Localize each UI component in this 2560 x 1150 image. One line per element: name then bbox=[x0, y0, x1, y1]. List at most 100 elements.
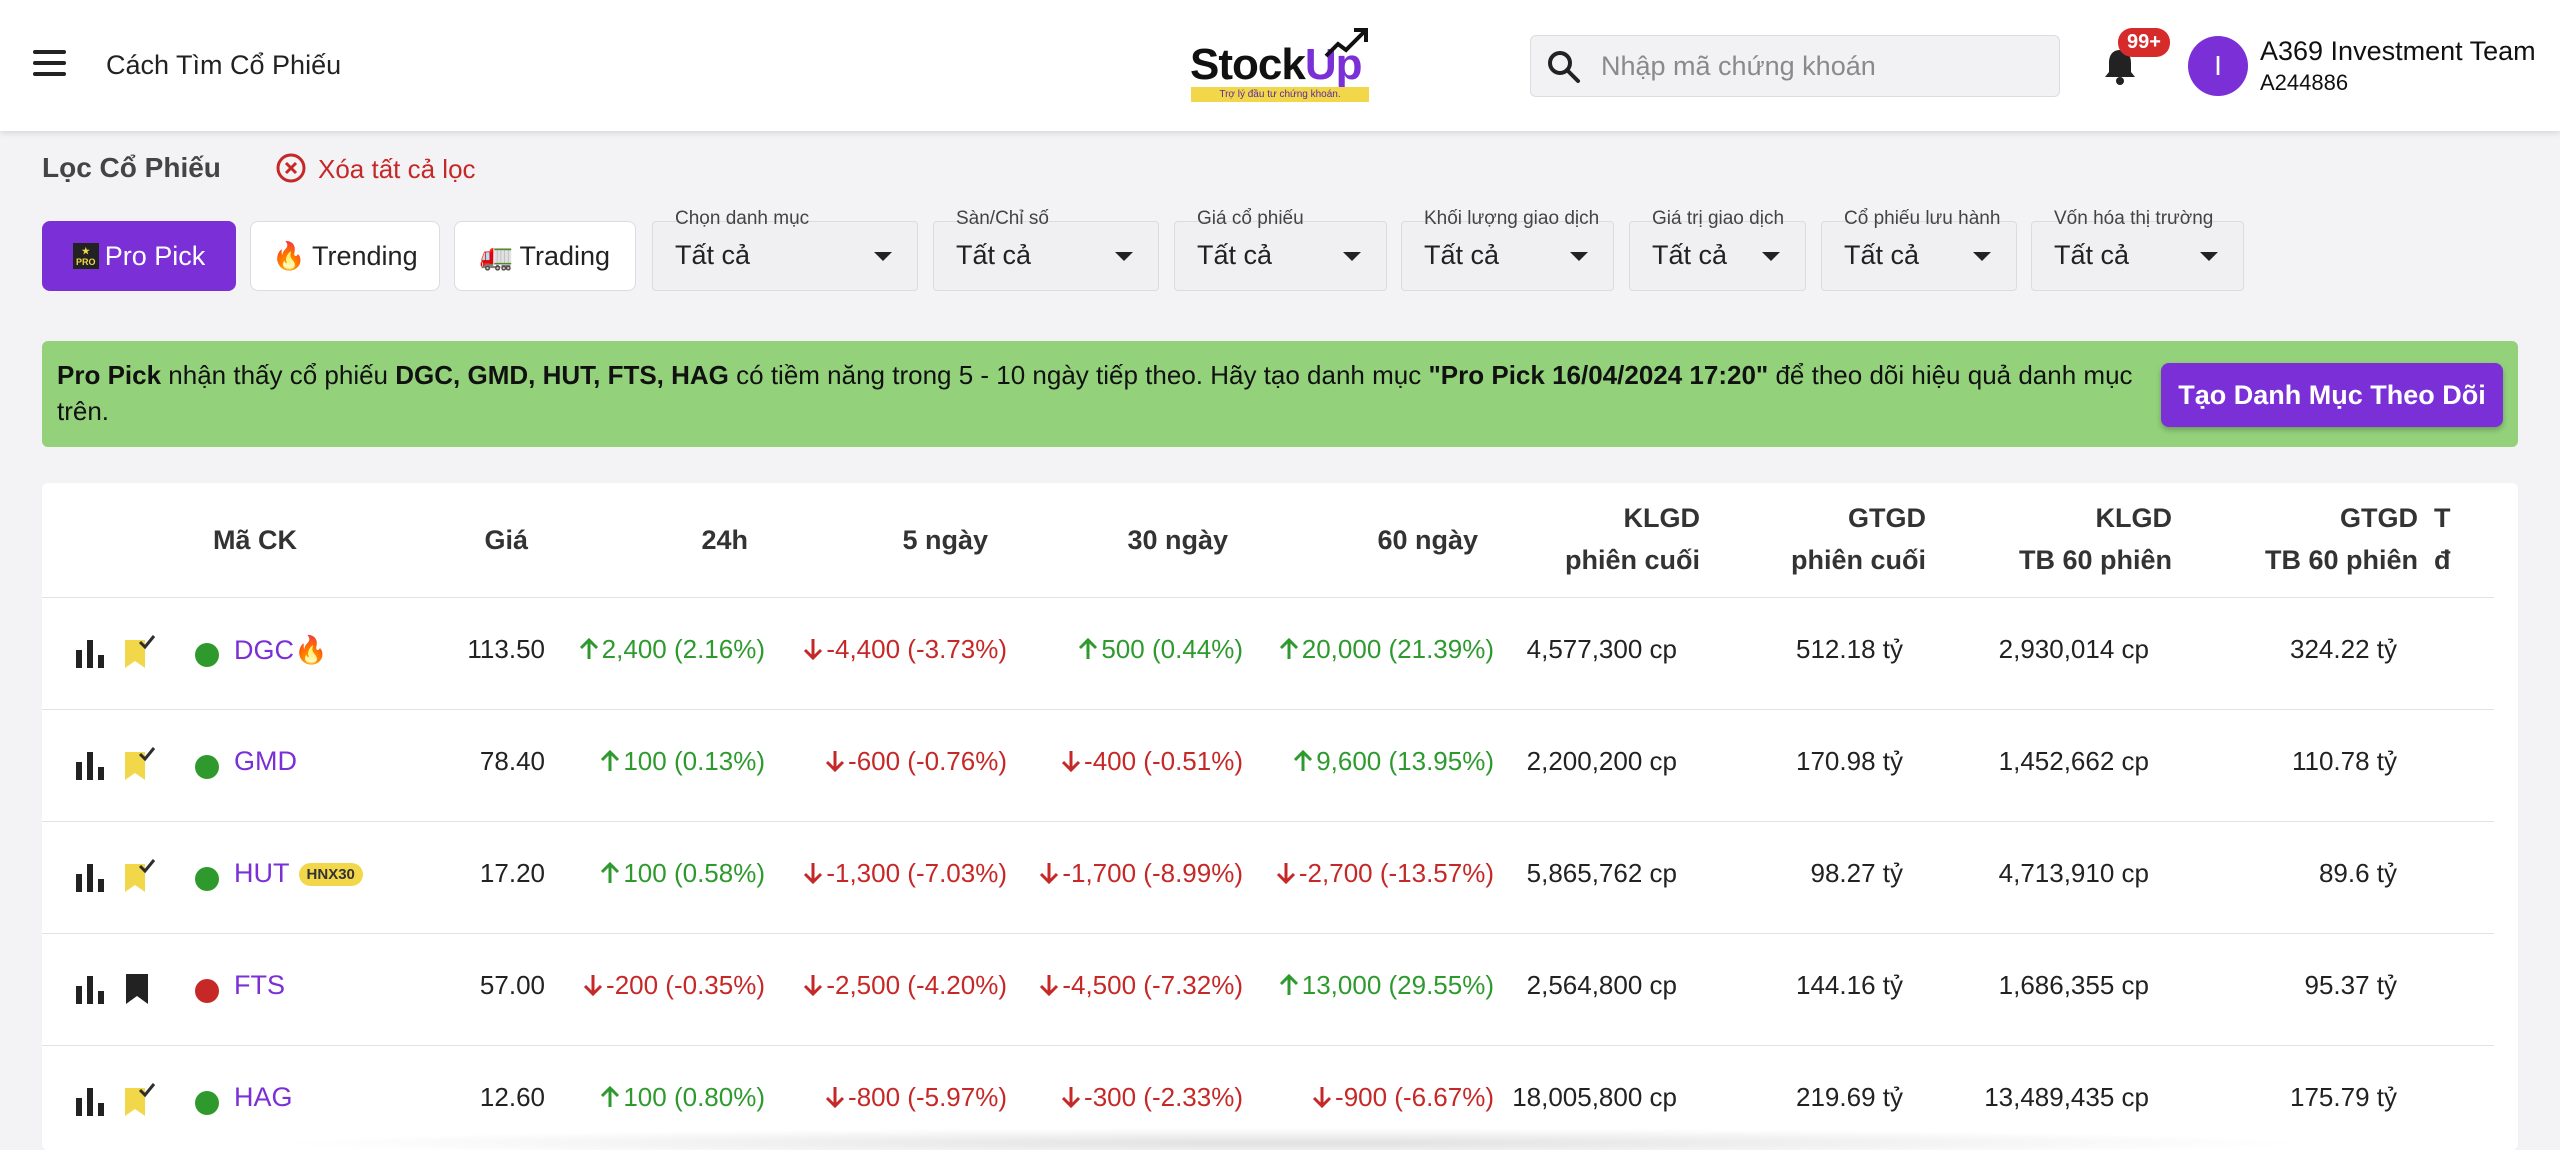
dropdown-label: Khối lượng giao dịch bbox=[1424, 208, 1600, 229]
dropdown-market-cap[interactable]: Vốn hóa thị trường Tất cả bbox=[2031, 208, 2244, 291]
dropdown-label: Cổ phiếu lưu hành bbox=[1844, 208, 2001, 229]
price-cell: 78.40 bbox=[479, 746, 545, 776]
bar-chart-icon[interactable] bbox=[75, 638, 105, 668]
bookmark-check-icon[interactable] bbox=[120, 746, 156, 782]
logo-text: Stock bbox=[1190, 40, 1306, 89]
col-24h[interactable]: 24h bbox=[572, 519, 748, 561]
clear-filters-label: Xóa tất cả lọc bbox=[318, 154, 476, 184]
change-h24-cell: 100 (0.13%) bbox=[600, 746, 765, 777]
ticker-link[interactable]: HUT HNX30 bbox=[234, 858, 363, 889]
arrow-up-icon bbox=[1279, 973, 1298, 995]
ticker-link[interactable]: GMD bbox=[234, 746, 297, 777]
arrow-down-icon bbox=[1276, 863, 1295, 885]
arrow-up-icon bbox=[579, 637, 598, 659]
col-price[interactable]: Giá bbox=[372, 519, 528, 561]
col-gtgd-last[interactable]: GTGD phiên cuối bbox=[1688, 497, 1926, 581]
klgd-avg-cell: 1,452,662 cp bbox=[1998, 746, 2149, 776]
caret-down-icon bbox=[1973, 252, 1991, 261]
arrow-down-icon bbox=[804, 639, 823, 661]
bookmark-icon[interactable] bbox=[120, 970, 156, 1006]
change-d5-cell: -2,500 (-4.20%) bbox=[803, 970, 1007, 1001]
gtgd-last-cell: 219.69 tỷ bbox=[1796, 1082, 1903, 1112]
col-ticker[interactable]: Mã CK bbox=[213, 519, 297, 561]
arrow-up-icon bbox=[601, 1085, 620, 1107]
tab-pro-pick[interactable]: ★ PRO Pro Pick bbox=[42, 221, 236, 291]
search-input[interactable] bbox=[1601, 46, 2041, 86]
arrow-down-icon bbox=[1040, 863, 1059, 885]
scroll-shadow bbox=[270, 1128, 2320, 1150]
table-row[interactable]: GMD 78.40 100 (0.13%) -600 (-0.76%) -400 (-0… bbox=[42, 710, 2494, 822]
notification-badge: 99+ bbox=[2118, 28, 2170, 57]
dropdown-value: Tất cả bbox=[1424, 240, 1500, 270]
status-dot bbox=[195, 755, 219, 779]
status-dot bbox=[195, 1091, 219, 1115]
arrow-down-icon bbox=[1061, 1087, 1081, 1109]
klgd-avg-cell: 4,713,910 cp bbox=[1998, 858, 2149, 888]
logo-tagline: Trợ lý đầu tư chứng khoán. bbox=[1191, 87, 1369, 102]
dropdown-label: Giá cổ phiếu bbox=[1197, 208, 1304, 229]
change-d5-cell: -800 (-5.97%) bbox=[825, 1082, 1007, 1113]
table-header: Mã CK Giá 24h 5 ngày 30 ngày 60 ngày KLG… bbox=[42, 483, 2494, 598]
klgd-avg-cell: 1,686,355 cp bbox=[1998, 970, 2149, 1000]
menu-icon[interactable] bbox=[33, 50, 66, 77]
search-box[interactable] bbox=[1530, 35, 2060, 97]
ticker-link[interactable]: HAG bbox=[234, 1082, 293, 1113]
col-30d[interactable]: 30 ngày bbox=[1022, 519, 1228, 561]
col-klgd-last[interactable]: KLGD phiên cuối bbox=[1442, 497, 1700, 581]
change-d60-cell: -900 (-6.67%) bbox=[1312, 1082, 1494, 1113]
change-h24-cell: 100 (0.58%) bbox=[600, 858, 765, 889]
ticker-link[interactable]: DGC🔥 bbox=[234, 634, 328, 666]
dropdown-label: Chọn danh mục bbox=[675, 208, 810, 229]
tab-trending[interactable]: 🔥 Trending bbox=[250, 221, 440, 291]
gtgd-avg-cell: 95.37 tỷ bbox=[2304, 970, 2397, 1000]
price-cell: 12.60 bbox=[479, 1082, 545, 1112]
filter-title: Lọc Cổ Phiếu bbox=[42, 152, 221, 183]
bar-chart-icon[interactable] bbox=[75, 862, 105, 892]
col-extra[interactable]: Tđ bbox=[2434, 497, 2451, 581]
close-circle-icon bbox=[276, 153, 306, 183]
arrow-down-icon bbox=[1040, 975, 1059, 997]
col-gtgd-avg[interactable]: GTGD TB 60 phiên bbox=[2162, 497, 2418, 581]
dropdown-label: Vốn hóa thị trường bbox=[2054, 208, 2214, 229]
avatar[interactable]: I bbox=[2188, 36, 2248, 96]
dropdown-exchange[interactable]: Sàn/Chỉ số Tất cả bbox=[933, 208, 1159, 291]
trend-arrow-icon bbox=[1324, 28, 1368, 58]
dropdown-value: Tất cả bbox=[1844, 240, 1920, 270]
stock-table: Mã CK Giá 24h 5 ngày 30 ngày 60 ngày KLG… bbox=[42, 483, 2518, 1150]
bar-chart-icon[interactable] bbox=[75, 1086, 105, 1116]
tab-label: Trading bbox=[519, 240, 611, 271]
bar-chart-icon[interactable] bbox=[75, 974, 105, 1004]
col-klgd-avg[interactable]: KLGD TB 60 phiên bbox=[1920, 497, 2172, 581]
dropdown-trade-value[interactable]: Giá trị giao dịch Tất cả bbox=[1629, 208, 1806, 291]
arrow-up-icon bbox=[1294, 749, 1313, 771]
arrow-down-icon bbox=[1312, 1087, 1332, 1109]
table-row[interactable]: FTS 57.00 -200 (-0.35%) -2,500 (-4.20%) -4,5… bbox=[42, 934, 2494, 1046]
caret-down-icon bbox=[1343, 252, 1361, 261]
bookmark-check-icon[interactable] bbox=[120, 634, 156, 670]
bar-chart-icon[interactable] bbox=[75, 750, 105, 780]
dropdown-volume[interactable]: Khối lượng giao dịch Tất cả bbox=[1401, 208, 1614, 291]
table-row[interactable]: HUT HNX30 17.20 100 (0.58%) -1,300 (-7.03%)… bbox=[42, 822, 2494, 934]
bookmark-check-icon[interactable] bbox=[120, 858, 156, 894]
tab-label: Trending bbox=[312, 240, 418, 271]
status-dot bbox=[195, 979, 219, 1003]
dropdown-price[interactable]: Giá cổ phiếu Tất cả bbox=[1174, 208, 1387, 291]
ticker-link[interactable]: FTS bbox=[234, 970, 285, 1001]
dropdown-label: Giá trị giao dịch bbox=[1652, 208, 1785, 229]
table-row[interactable]: DGC🔥 113.50 2,400 (2.16%) -4,400 (-3.73%) 50… bbox=[42, 598, 2494, 710]
change-d60-cell: 13,000 (29.55%) bbox=[1279, 970, 1494, 1001]
gtgd-avg-cell: 175.79 tỷ bbox=[2290, 1082, 2397, 1112]
dropdown-outstanding-shares[interactable]: Cổ phiếu lưu hành Tất cả bbox=[1821, 208, 2017, 291]
dropdown-category[interactable]: Chọn danh mục Tất cả bbox=[652, 208, 918, 291]
search-icon bbox=[1548, 51, 1580, 83]
fire-icon: 🔥 bbox=[272, 241, 307, 271]
create-watchlist-button[interactable]: Tạo Danh Mục Theo Dõi bbox=[2161, 363, 2503, 427]
pro-pick-banner: Pro Pick nhận thấy cổ phiếu DGC, GMD, HU… bbox=[42, 341, 2518, 447]
dropdown-label: Sàn/Chỉ số bbox=[956, 208, 1049, 229]
stockup-logo[interactable]: StockUp Trợ lý đầu tư chứng khoán. bbox=[1190, 26, 1372, 106]
col-5d[interactable]: 5 ngày bbox=[782, 519, 988, 561]
klgd-last-cell: 18,005,800 cp bbox=[1512, 1082, 1677, 1112]
change-h24-cell: 2,400 (2.16%) bbox=[579, 634, 765, 665]
bookmark-check-icon[interactable] bbox=[120, 1082, 156, 1118]
tab-trading[interactable]: 🚛 Trading bbox=[454, 221, 636, 291]
